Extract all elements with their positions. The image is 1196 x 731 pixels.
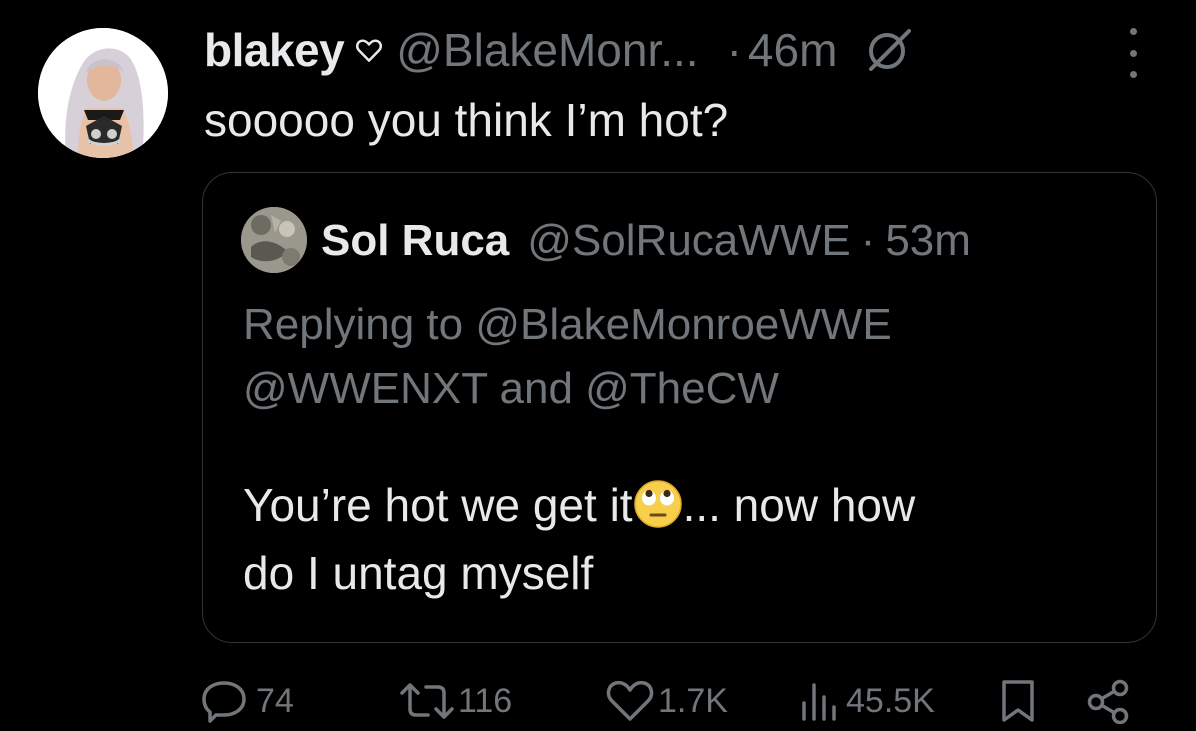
share-button[interactable]	[1084, 676, 1132, 726]
quote-author-handle[interactable]: @SolRucaWWE	[527, 219, 850, 263]
analytics-icon	[802, 683, 836, 721]
view-count: 45.5K	[846, 681, 935, 720]
quote-header: Sol Ruca @SolRucaWWE · 53m	[321, 211, 971, 271]
quote-avatar-image	[241, 207, 307, 273]
reply-button[interactable]: 74	[202, 676, 294, 726]
quote-text-line-2: do I untag myself	[243, 547, 594, 599]
share-icon	[1087, 679, 1129, 724]
replying-to-line-1: Replying to @BlakeMonroeWWE	[243, 300, 892, 349]
replying-to-line-2: @WWENXT and @TheCW	[243, 364, 779, 413]
heart-icon	[606, 680, 654, 721]
heart-outline-icon	[354, 35, 384, 65]
replying-to: Replying to @BlakeMonroeWWE @WWENXT and …	[243, 293, 892, 421]
quote-author-display-name[interactable]: Sol Ruca	[321, 219, 509, 263]
quote-timestamp[interactable]: 53m	[885, 219, 971, 263]
views-button[interactable]: 45.5K	[798, 676, 935, 726]
tweet-text: sooooo you think I’m hot?	[204, 94, 729, 146]
face-with-rolling-eyes-icon	[633, 479, 683, 529]
quoted-tweet-card[interactable]: Sol Ruca @SolRucaWWE · 53m Replying to @…	[202, 172, 1157, 643]
reply-count: 74	[256, 681, 294, 720]
bookmark-button[interactable]	[998, 676, 1038, 726]
reply-icon	[202, 681, 246, 723]
action-bar: 74 116 1.7K 45.5K	[0, 676, 1196, 726]
like-count: 1.7K	[658, 681, 728, 720]
tweet-timestamp[interactable]: 46m	[748, 27, 837, 73]
avatar-image	[38, 28, 168, 158]
more-options-icon[interactable]	[1118, 28, 1148, 78]
quote-text-part: You’re hot we get it	[243, 479, 633, 531]
bookmark-icon	[1002, 680, 1034, 722]
separator-dot: ·	[726, 24, 742, 76]
author-handle[interactable]: @BlakeMonr...	[396, 27, 698, 73]
quote-text-part: ... now how	[682, 479, 916, 531]
author-avatar[interactable]	[38, 28, 168, 158]
separator-dot: ·	[860, 216, 876, 265]
quote-text: You’re hot we get it ... now how do I un…	[243, 471, 915, 607]
author-display-name[interactable]: blakey	[204, 27, 345, 73]
repost-button[interactable]: 116	[398, 676, 512, 726]
quote-author-avatar[interactable]	[241, 207, 307, 273]
repost-icon	[400, 683, 454, 719]
tweet-header: blakey @BlakeMonr... · 46m	[204, 20, 915, 80]
repost-count: 116	[458, 681, 513, 720]
quote-text-line-1: You’re hot we get it ... now how	[243, 471, 915, 539]
grok-icon[interactable]	[863, 27, 915, 73]
like-button[interactable]: 1.7K	[604, 676, 728, 726]
